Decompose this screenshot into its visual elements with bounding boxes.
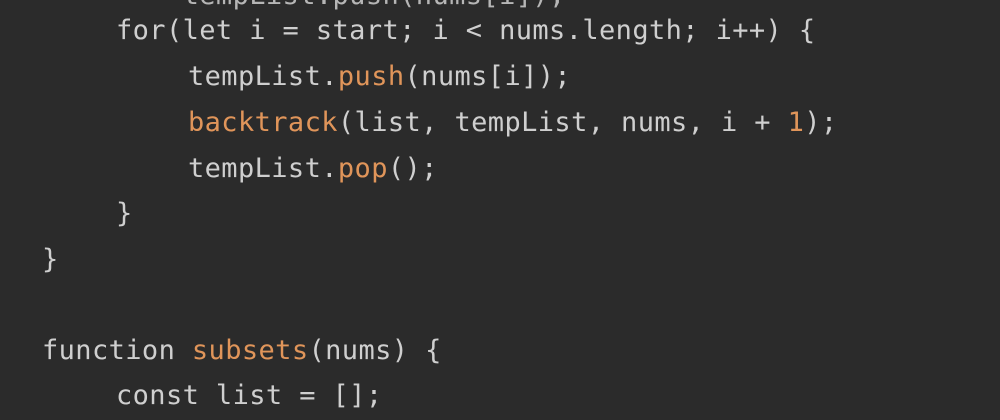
code-token: tempList. [188,61,338,92]
function-name-token: pop [337,153,388,184]
code-editor[interactable]: tempList.push(nums[i]); for(let i = star… [0,0,1000,420]
code-line-push-call: tempList.push(nums[i]); [188,54,571,99]
function-name-token: backtrack [188,107,338,138]
code-token: (nums) { [308,335,442,366]
code-line-close-for: } [116,191,133,236]
code-line-for-loop: for(let i = start; i < nums.length; i++)… [116,8,816,53]
number-token: 1 [787,107,805,138]
code-token: function [42,335,192,366]
code-token: (list, tempList, nums, i + [337,107,788,138]
code-area[interactable]: tempList.push(nums[i]); for(let i = star… [0,0,1000,420]
code-line-subsets-decl: function subsets(nums) { [42,328,442,373]
code-token: const list = []; [116,380,383,411]
code-line-const-list: const list = []; [116,373,383,418]
code-token: (nums[i]); [404,61,572,92]
function-name-token: subsets [191,335,309,366]
code-line-close-fn: } [42,237,59,282]
code-token: tempList. [188,153,338,184]
code-token: ); [804,107,838,138]
code-line-backtrack-call: backtrack(list, tempList, nums, i + 1); [188,100,838,145]
function-name-token: push [337,61,405,92]
code-token: for(let i = start; i < nums.length; i++)… [116,15,816,46]
code-token: } [116,198,133,229]
code-line-pop-call: tempList.pop(); [188,146,438,191]
code-token: } [42,244,59,275]
code-token: (); [387,153,438,184]
